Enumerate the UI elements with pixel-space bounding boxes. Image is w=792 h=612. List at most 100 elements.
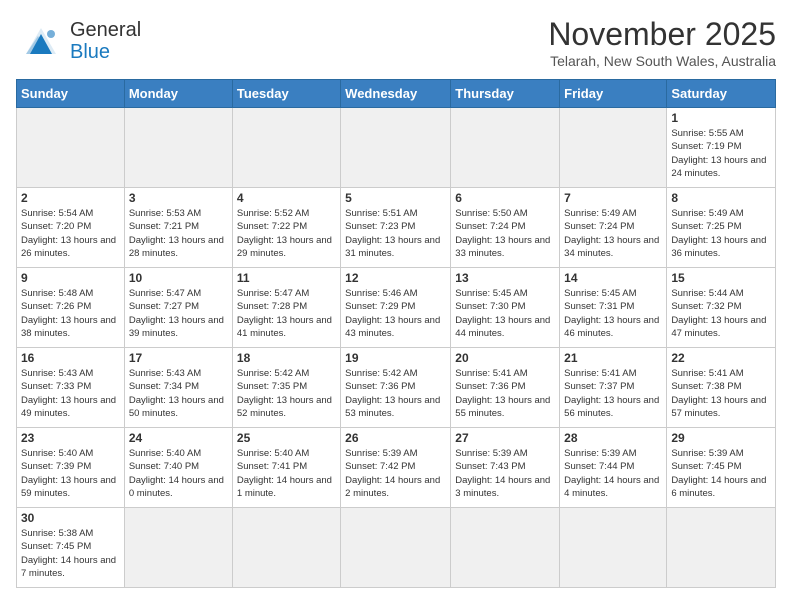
weekday-header-monday: Monday <box>124 80 232 108</box>
calendar-cell: 13Sunrise: 5:45 AMSunset: 7:30 PMDayligh… <box>451 268 560 348</box>
day-info: Sunrise: 5:39 AMSunset: 7:45 PMDaylight:… <box>671 447 771 500</box>
calendar-cell <box>17 108 125 188</box>
day-info: Sunrise: 5:45 AMSunset: 7:31 PMDaylight:… <box>564 287 662 340</box>
calendar-cell <box>667 508 776 588</box>
day-info: Sunrise: 5:46 AMSunset: 7:29 PMDaylight:… <box>345 287 446 340</box>
day-number: 9 <box>21 271 120 285</box>
day-info: Sunrise: 5:41 AMSunset: 7:37 PMDaylight:… <box>564 367 662 420</box>
calendar-cell: 26Sunrise: 5:39 AMSunset: 7:42 PMDayligh… <box>341 428 451 508</box>
weekday-header-thursday: Thursday <box>451 80 560 108</box>
logo-blue: Blue <box>70 41 141 63</box>
calendar-week-row: 2Sunrise: 5:54 AMSunset: 7:20 PMDaylight… <box>17 188 776 268</box>
day-info: Sunrise: 5:43 AMSunset: 7:33 PMDaylight:… <box>21 367 120 420</box>
calendar-cell <box>232 108 340 188</box>
day-info: Sunrise: 5:45 AMSunset: 7:30 PMDaylight:… <box>455 287 555 340</box>
day-number: 21 <box>564 351 662 365</box>
calendar-cell: 17 Sunrise: 5:43 AMSunset: 7:34 PMDayligh… <box>124 348 232 428</box>
calendar-cell: 21 Sunrise: 5:41 AMSunset: 7:37 PMDayligh… <box>560 348 667 428</box>
day-number: 14 <box>564 271 662 285</box>
day-number: 7 <box>564 191 662 205</box>
day-info: Sunrise: 5:41 AMSunset: 7:36 PMDaylight:… <box>455 367 555 420</box>
day-info: Sunrise: 5:38 AMSunset: 7:45 PMDaylight:… <box>21 527 120 580</box>
day-number: 10 <box>129 271 228 285</box>
day-info: Sunrise: 5:51 AMSunset: 7:23 PMDaylight:… <box>345 207 446 260</box>
day-number: 27 <box>455 431 555 445</box>
calendar-table: SundayMondayTuesdayWednesdayThursdayFrid… <box>16 79 776 588</box>
day-info: Sunrise: 5:44 AMSunset: 7:32 PMDaylight:… <box>671 287 771 340</box>
calendar-cell: 12 Sunrise: 5:46 AMSunset: 7:29 PMDayligh… <box>341 268 451 348</box>
day-info: Sunrise: 5:52 AMSunset: 7:22 PMDaylight:… <box>237 207 336 260</box>
calendar-cell: 25Sunrise: 5:40 AMSunset: 7:41 PMDayligh… <box>232 428 340 508</box>
calendar-week-row: 9Sunrise: 5:48 AMSunset: 7:26 PMDaylight… <box>17 268 776 348</box>
day-number: 16 <box>21 351 120 365</box>
calendar-cell: 23 Sunrise: 5:40 AMSunset: 7:39 PMDayligh… <box>17 428 125 508</box>
calendar-cell: 4 Sunrise: 5:52 AMSunset: 7:22 PMDaylight… <box>232 188 340 268</box>
weekday-header-sunday: Sunday <box>17 80 125 108</box>
day-info: Sunrise: 5:43 AMSunset: 7:34 PMDaylight:… <box>129 367 228 420</box>
day-number: 6 <box>455 191 555 205</box>
calendar-week-row: 23 Sunrise: 5:40 AMSunset: 7:39 PMDayligh… <box>17 428 776 508</box>
calendar-cell <box>124 508 232 588</box>
header: General Blue November 2025 Telarah, New … <box>16 16 776 69</box>
calendar-cell: 10 Sunrise: 5:47 AMSunset: 7:27 PMDayligh… <box>124 268 232 348</box>
calendar-cell: 7 Sunrise: 5:49 AMSunset: 7:24 PMDaylight… <box>560 188 667 268</box>
weekday-header-wednesday: Wednesday <box>341 80 451 108</box>
calendar-cell <box>341 508 451 588</box>
day-info: Sunrise: 5:39 AMSunset: 7:44 PMDaylight:… <box>564 447 662 500</box>
day-info: Sunrise: 5:40 AMSunset: 7:39 PMDaylight:… <box>21 447 120 500</box>
calendar-cell: 20Sunrise: 5:41 AMSunset: 7:36 PMDayligh… <box>451 348 560 428</box>
day-number: 8 <box>671 191 771 205</box>
day-info: Sunrise: 5:53 AMSunset: 7:21 PMDaylight:… <box>129 207 228 260</box>
logo-general: General <box>70 19 141 41</box>
weekday-header-friday: Friday <box>560 80 667 108</box>
calendar-cell: 3 Sunrise: 5:53 AMSunset: 7:21 PMDaylight… <box>124 188 232 268</box>
day-info: Sunrise: 5:49 AMSunset: 7:24 PMDaylight:… <box>564 207 662 260</box>
day-number: 1 <box>671 111 771 125</box>
calendar-cell: 2Sunrise: 5:54 AMSunset: 7:20 PMDaylight… <box>17 188 125 268</box>
calendar-cell <box>124 108 232 188</box>
day-number: 19 <box>345 351 446 365</box>
day-number: 2 <box>21 191 120 205</box>
logo-icon <box>16 16 66 66</box>
day-number: 3 <box>129 191 228 205</box>
calendar-week-row: 16 Sunrise: 5:43 AMSunset: 7:33 PMDayligh… <box>17 348 776 428</box>
calendar-cell: 22Sunrise: 5:41 AMSunset: 7:38 PMDayligh… <box>667 348 776 428</box>
calendar-cell: 24 Sunrise: 5:40 AMSunset: 7:40 PMDayligh… <box>124 428 232 508</box>
day-number: 11 <box>237 271 336 285</box>
logo: General Blue <box>16 16 141 66</box>
calendar-cell: 11Sunrise: 5:47 AMSunset: 7:28 PMDayligh… <box>232 268 340 348</box>
calendar-cell: 5Sunrise: 5:51 AMSunset: 7:23 PMDaylight… <box>341 188 451 268</box>
calendar-cell: 6 Sunrise: 5:50 AMSunset: 7:24 PMDaylight… <box>451 188 560 268</box>
weekday-header-row: SundayMondayTuesdayWednesdayThursdayFrid… <box>17 80 776 108</box>
day-number: 18 <box>237 351 336 365</box>
month-year-title: November 2025 <box>548 16 776 53</box>
calendar-cell <box>560 108 667 188</box>
calendar-cell <box>232 508 340 588</box>
day-info: Sunrise: 5:39 AMSunset: 7:42 PMDaylight:… <box>345 447 446 500</box>
day-info: Sunrise: 5:49 AMSunset: 7:25 PMDaylight:… <box>671 207 771 260</box>
title-section: November 2025 Telarah, New South Wales, … <box>548 16 776 69</box>
calendar-cell: 16 Sunrise: 5:43 AMSunset: 7:33 PMDayligh… <box>17 348 125 428</box>
calendar-cell: 8 Sunrise: 5:49 AMSunset: 7:25 PMDaylight… <box>667 188 776 268</box>
day-info: Sunrise: 5:50 AMSunset: 7:24 PMDaylight:… <box>455 207 555 260</box>
calendar-cell <box>451 108 560 188</box>
day-info: Sunrise: 5:42 AMSunset: 7:36 PMDaylight:… <box>345 367 446 420</box>
day-info: Sunrise: 5:47 AMSunset: 7:27 PMDaylight:… <box>129 287 228 340</box>
day-number: 24 <box>129 431 228 445</box>
day-info: Sunrise: 5:40 AMSunset: 7:40 PMDaylight:… <box>129 447 228 500</box>
weekday-header-saturday: Saturday <box>667 80 776 108</box>
calendar-cell: 15Sunrise: 5:44 AMSunset: 7:32 PMDayligh… <box>667 268 776 348</box>
calendar-cell: 27Sunrise: 5:39 AMSunset: 7:43 PMDayligh… <box>451 428 560 508</box>
day-info: Sunrise: 5:40 AMSunset: 7:41 PMDaylight:… <box>237 447 336 500</box>
day-number: 23 <box>21 431 120 445</box>
day-info: Sunrise: 5:42 AMSunset: 7:35 PMDaylight:… <box>237 367 336 420</box>
day-number: 4 <box>237 191 336 205</box>
day-number: 12 <box>345 271 446 285</box>
location-subtitle: Telarah, New South Wales, Australia <box>548 53 776 69</box>
calendar-cell: 30Sunrise: 5:38 AMSunset: 7:45 PMDayligh… <box>17 508 125 588</box>
day-number: 17 <box>129 351 228 365</box>
day-info: Sunrise: 5:41 AMSunset: 7:38 PMDaylight:… <box>671 367 771 420</box>
weekday-header-tuesday: Tuesday <box>232 80 340 108</box>
calendar-cell: 18 Sunrise: 5:42 AMSunset: 7:35 PMDayligh… <box>232 348 340 428</box>
calendar-week-row: 30Sunrise: 5:38 AMSunset: 7:45 PMDayligh… <box>17 508 776 588</box>
